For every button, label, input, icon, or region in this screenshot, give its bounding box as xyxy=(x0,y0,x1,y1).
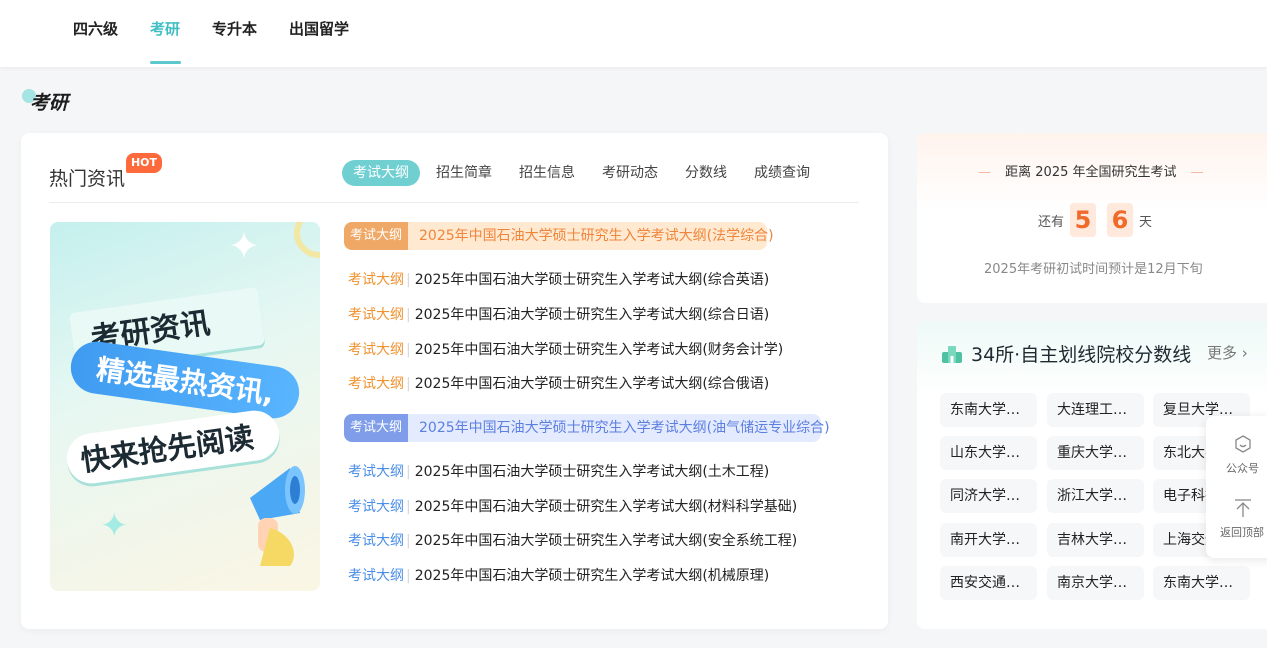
item-separator: | xyxy=(406,342,411,358)
list-item[interactable]: 考试大纲 | 2025年中国石油大学硕士研究生入学考试大纲(机械原理) xyxy=(348,566,769,586)
item-title[interactable]: 2025年中国石油大学硕士研究生入学考试大纲(机械原理) xyxy=(415,568,770,584)
school-item[interactable]: 重庆大学… xyxy=(1047,436,1144,470)
side-tool-label: 公众号 xyxy=(1226,462,1259,475)
hot-news-card: 热门资讯 HOT 考试大纲 招生简章 招生信息 考研动态 分数线 成绩查询 ✦ … xyxy=(21,133,888,629)
school-card-title: 34所·自主划线院校分数线 xyxy=(971,344,1192,366)
item-category: 考试大纲 xyxy=(348,499,404,515)
ring-decoration xyxy=(294,222,320,258)
countdown-heading: — 距离 2025 年全国研究生考试 — xyxy=(978,161,1204,180)
tab-kaoyan[interactable]: 考研 xyxy=(150,18,180,39)
subtab-score-query[interactable]: 成绩查询 xyxy=(754,160,810,186)
countdown-digit: 5 xyxy=(1070,203,1096,237)
item-category: 考试大纲 xyxy=(348,307,404,323)
chevron-right-icon: › xyxy=(1237,344,1248,362)
countdown-digit: 6 xyxy=(1107,203,1133,237)
item-title[interactable]: 2025年中国石油大学硕士研究生入学考试大纲(综合俄语) xyxy=(415,376,770,392)
school-item[interactable]: 浙江大学… xyxy=(1047,479,1144,513)
item-title[interactable]: 2025年中国石油大学硕士研究生入学考试大纲(财务会计学) xyxy=(415,342,784,358)
hot-badge: HOT xyxy=(126,153,162,173)
school-item[interactable]: 南开大学… xyxy=(940,523,1037,557)
item-separator: | xyxy=(406,568,411,584)
wechat-official-icon xyxy=(1235,435,1251,453)
more-link[interactable]: 更多 › xyxy=(1207,342,1248,363)
tab-study-abroad[interactable]: 出国留学 xyxy=(289,18,349,39)
item-title[interactable]: 2025年中国石油大学硕士研究生入学考试大纲(安全系统工程) xyxy=(415,533,798,549)
item-title[interactable]: 2025年中国石油大学硕士研究生入学考试大纲(材料科学基础) xyxy=(415,499,798,515)
countdown-heading-text: 距离 2025 年全国研究生考试 xyxy=(1005,165,1177,180)
item-separator: | xyxy=(406,307,411,323)
item-category: 考试大纲 xyxy=(348,376,404,392)
list-item[interactable]: 考试大纲 | 2025年中国石油大学硕士研究生入学考试大纲(财务会计学) xyxy=(348,340,783,360)
item-category: 考试大纲 xyxy=(348,533,404,549)
subtab-syllabus[interactable]: 考试大纲 xyxy=(342,160,420,186)
sparkle-icon: ✦ xyxy=(228,224,260,268)
featured-news-title[interactable]: 2025年中国石油大学硕士研究生入学考试大纲(法学综合) xyxy=(419,222,774,250)
list-item[interactable]: 考试大纲 | 2025年中国石油大学硕士研究生入学考试大纲(安全系统工程) xyxy=(348,531,797,551)
item-category: 考试大纲 xyxy=(348,568,404,584)
countdown-suffix: 天 xyxy=(1139,215,1153,230)
school-item[interactable]: 大连理工… xyxy=(1047,393,1144,427)
category-tag: 考试大纲 xyxy=(344,222,409,250)
school-item[interactable]: 西安交通… xyxy=(940,566,1037,600)
item-separator: | xyxy=(406,499,411,515)
school-item[interactable]: 同济大学… xyxy=(940,479,1037,513)
list-item[interactable]: 考试大纲 | 2025年中国石油大学硕士研究生入学考试大纲(综合日语) xyxy=(348,305,769,325)
subtab-admission-info[interactable]: 招生信息 xyxy=(519,160,575,186)
item-separator: | xyxy=(406,533,411,549)
item-category: 考试大纲 xyxy=(348,272,404,288)
school-item[interactable]: 东南大学… xyxy=(940,393,1037,427)
top-nav: 四六级 考研 专升本 出国留学 xyxy=(0,0,1267,67)
school-item[interactable]: 南京大学… xyxy=(1047,566,1144,600)
megaphone-icon xyxy=(250,466,305,566)
dash-decoration: — xyxy=(1190,165,1204,180)
category-tag: 考试大纲 xyxy=(344,414,409,442)
list-item[interactable]: 考试大纲 | 2025年中国石油大学硕士研究生入学考试大纲(综合俄语) xyxy=(348,374,769,394)
featured-news-1[interactable]: 考试大纲 2025年中国石油大学硕士研究生入学考试大纲(法学综合) xyxy=(344,222,774,250)
sparkle-icon: ✦ xyxy=(100,506,129,546)
item-separator: | xyxy=(406,272,411,288)
item-title[interactable]: 2025年中国石油大学硕士研究生入学考试大纲(土木工程) xyxy=(415,464,770,480)
list-item[interactable]: 考试大纲 | 2025年中国石油大学硕士研究生入学考试大纲(材料科学基础) xyxy=(348,497,797,517)
section-title-text: 考研 xyxy=(30,92,69,114)
school-building-icon xyxy=(942,346,962,363)
tab-zhuanshengben[interactable]: 专升本 xyxy=(212,18,257,39)
countdown-prefix: 还有 xyxy=(1038,215,1065,230)
school-item[interactable]: 山东大学… xyxy=(940,436,1037,470)
item-separator: | xyxy=(406,464,411,480)
list-item[interactable]: 考试大纲 | 2025年中国石油大学硕士研究生入学考试大纲(综合英语) xyxy=(348,270,769,290)
featured-news-title[interactable]: 2025年中国石油大学硕士研究生入学考试大纲(油气储运专业综合) xyxy=(419,414,830,442)
item-category: 考试大纲 xyxy=(348,342,404,358)
active-tab-indicator xyxy=(150,61,181,64)
countdown-note: 2025年考研初试时间预计是12月下旬 xyxy=(984,262,1203,277)
side-toolbar: 公众号 返回顶部 xyxy=(1206,416,1267,558)
divider xyxy=(49,202,859,203)
subtab-score-line[interactable]: 分数线 xyxy=(685,160,727,186)
subtab-admission-guide[interactable]: 招生简章 xyxy=(436,160,492,186)
school-item[interactable]: 吉林大学… xyxy=(1047,523,1144,557)
back-to-top-icon xyxy=(1235,499,1251,517)
official-account-button[interactable]: 公众号 xyxy=(1206,416,1267,486)
item-separator: | xyxy=(406,376,411,392)
item-title[interactable]: 2025年中国石油大学硕士研究生入学考试大纲(综合日语) xyxy=(415,307,770,323)
exam-countdown-card: — 距离 2025 年全国研究生考试 — 还有 5 6 天 2025年考研初试时… xyxy=(917,133,1267,303)
item-title[interactable]: 2025年中国石油大学硕士研究生入学考试大纲(综合英语) xyxy=(415,272,770,288)
school-item[interactable]: 东南大学… xyxy=(1153,566,1250,600)
side-tool-label: 返回顶部 xyxy=(1220,526,1264,539)
news-card-title: 热门资讯 xyxy=(49,168,126,190)
news-banner[interactable]: ✦ ✦ 考研资讯 精选最热资讯, 快来抢先阅读 xyxy=(50,222,320,591)
subtab-news[interactable]: 考研动态 xyxy=(602,160,658,186)
item-category: 考试大纲 xyxy=(348,464,404,480)
back-to-top-button[interactable]: 返回顶部 xyxy=(1206,488,1267,558)
dash-decoration: — xyxy=(978,165,991,180)
list-item[interactable]: 考试大纲 | 2025年中国石油大学硕士研究生入学考试大纲(土木工程) xyxy=(348,462,769,482)
tab-cet[interactable]: 四六级 xyxy=(73,18,118,39)
featured-news-2[interactable]: 考试大纲 2025年中国石油大学硕士研究生入学考试大纲(油气储运专业综合) xyxy=(344,414,830,442)
